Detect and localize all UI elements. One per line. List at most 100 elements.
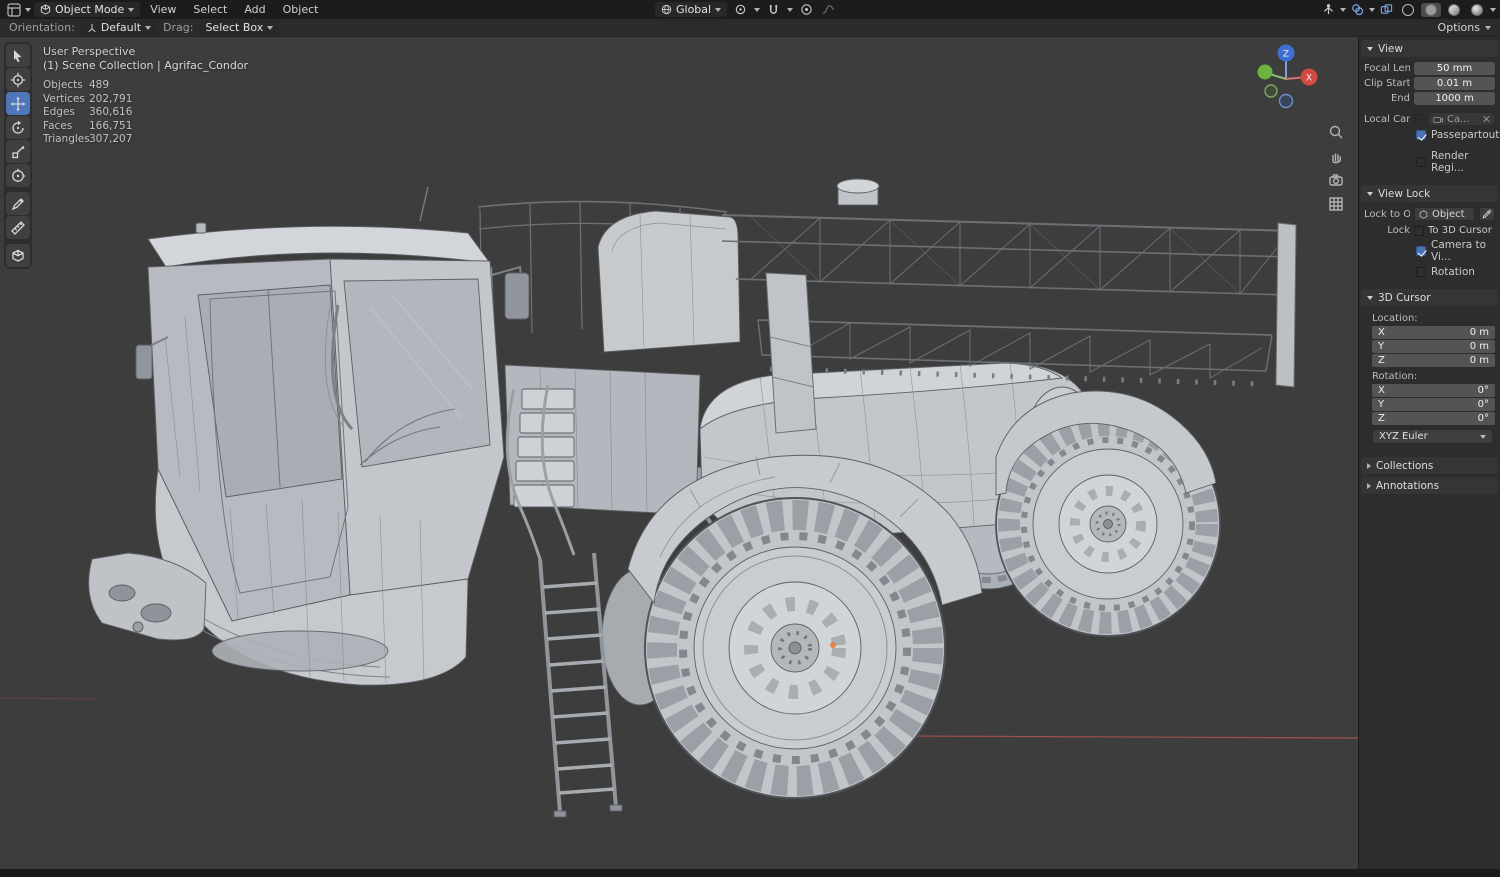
clear-camera-icon[interactable] <box>1482 115 1490 123</box>
panel-collections-expand-icon <box>1367 462 1371 469</box>
options-button[interactable]: Options <box>1438 21 1480 34</box>
tool-rotate[interactable] <box>6 116 30 139</box>
clip-end-field[interactable]: 1000 m <box>1414 92 1495 105</box>
tool-add-cube[interactable] <box>6 244 30 267</box>
tool-transform[interactable] <box>6 164 30 187</box>
cursor-location-z[interactable]: Z 0 m <box>1372 354 1495 367</box>
shading-solid-button[interactable] <box>1421 2 1441 17</box>
snap-magnet-button[interactable] <box>765 2 782 18</box>
clip-start-field[interactable]: 0.01 m <box>1414 77 1495 90</box>
eyedropper-button[interactable] <box>1479 207 1495 221</box>
cursor-rotation-z[interactable]: Z 0° <box>1372 412 1495 425</box>
overlays-chevron-icon[interactable] <box>1369 7 1375 12</box>
lock-label: Lock <box>1387 225 1410 236</box>
cursor-rotation-z-value: 0° <box>1477 413 1489 424</box>
stat-vertices-label: Vertices <box>43 92 85 105</box>
editor-chevron-icon[interactable] <box>25 7 31 12</box>
wheel-front-right[interactable] <box>644 497 946 799</box>
shading-wireframe-button[interactable] <box>1398 3 1418 17</box>
panel-view-header[interactable]: View <box>1361 40 1498 57</box>
options-chevron-icon[interactable] <box>1485 25 1491 30</box>
render-region-checkbox[interactable] <box>1416 157 1426 167</box>
menu-add[interactable]: Add <box>237 2 272 18</box>
local-camera-checkbox[interactable] <box>1414 114 1424 124</box>
viewport-canvas[interactable] <box>0 37 1358 869</box>
orthographic-grid-icon[interactable] <box>1327 195 1345 213</box>
viewport-3d[interactable]: User Perspective (1) Scene Collection | … <box>0 37 1358 869</box>
menu-view[interactable]: View <box>143 2 183 18</box>
pivot-chevron-icon[interactable] <box>754 7 761 12</box>
navigation-gizmo[interactable]: Z X <box>1248 41 1324 120</box>
cursor-location-x[interactable]: X 0 m <box>1372 326 1495 339</box>
menu-select[interactable]: Select <box>186 2 234 18</box>
model-sprayer[interactable] <box>88 178 1297 818</box>
cab[interactable] <box>88 186 530 686</box>
shading-material-button[interactable] <box>1444 3 1464 17</box>
xray-toggle-button[interactable] <box>1378 2 1395 18</box>
shading-chevron-icon[interactable] <box>1490 7 1496 12</box>
gizmo-z-neg-axis[interactable] <box>1278 93 1294 109</box>
clip-end-label: End <box>1390 93 1410 104</box>
orientation-setting-select[interactable]: Default <box>80 20 158 35</box>
rotation-mode-value: XYZ Euler <box>1379 431 1428 442</box>
gizmo-x-label: X <box>1306 74 1312 84</box>
x-axis-line-left <box>0 697 96 700</box>
cursor-location-y[interactable]: Y 0 m <box>1372 340 1495 353</box>
cursor-rotation-x[interactable]: X 0° <box>1372 384 1495 397</box>
tool-scale[interactable] <box>6 140 30 163</box>
drag-select[interactable]: Select Box <box>199 20 280 35</box>
gizmo-chevron-icon[interactable] <box>1340 7 1346 12</box>
panel-3d-cursor-header[interactable]: 3D Cursor <box>1361 289 1498 306</box>
object-data-icon <box>1419 209 1428 219</box>
proportional-editing-button[interactable] <box>798 2 815 18</box>
stat-faces-label: Faces <box>43 119 73 132</box>
tool-settings-bar: Orientation: Default Drag: Select Box Op… <box>0 19 1500 37</box>
panel-annotations-title: Annotations <box>1376 479 1440 492</box>
rotation-mode-select[interactable]: XYZ Euler <box>1372 429 1493 444</box>
zoom-icon[interactable] <box>1327 123 1345 141</box>
cursor-rotation-label: Rotation: <box>1372 371 1418 382</box>
passepartout-label: Passepartout <box>1431 129 1500 141</box>
tool-select-box[interactable] <box>6 44 30 67</box>
snap-chevron-icon[interactable] <box>787 7 794 12</box>
rot-axis-y-label: Y <box>1378 399 1385 410</box>
shading-rendered-button[interactable] <box>1467 3 1487 17</box>
mode-select[interactable]: Object Mode <box>34 2 141 17</box>
orientation-chevron-icon <box>715 7 722 12</box>
camera-to-view-checkbox[interactable] <box>1416 246 1426 256</box>
camera-view-icon[interactable] <box>1327 171 1345 189</box>
pivot-point-button[interactable] <box>732 2 749 18</box>
tool-measure[interactable] <box>6 216 30 239</box>
object-origin-dot <box>830 642 836 648</box>
front-hopper[interactable] <box>597 210 741 353</box>
tool-cursor[interactable] <box>6 68 30 91</box>
tool-annotate[interactable] <box>6 192 30 215</box>
panel-collections-header[interactable]: Collections <box>1361 457 1498 474</box>
material-sphere-icon <box>1448 3 1460 16</box>
gizmo-y-neg-axis[interactable] <box>1264 84 1278 98</box>
lock-rotation-checkbox[interactable] <box>1416 267 1426 277</box>
passepartout-checkbox[interactable] <box>1416 130 1426 140</box>
tool-move[interactable] <box>6 92 30 115</box>
panel-view-body: Focal Len... 50 mm Clip Start 0.01 m End… <box>1359 58 1500 182</box>
axis-x-label: X <box>1378 327 1385 338</box>
show-overlays-button[interactable] <box>1349 2 1366 18</box>
transform-orientation-select[interactable]: Global <box>655 2 728 17</box>
menu-object[interactable]: Object <box>276 2 326 18</box>
show-gizmo-button[interactable] <box>1320 2 1337 18</box>
mid-deck[interactable] <box>504 364 701 516</box>
rot-axis-x-label: X <box>1378 385 1385 396</box>
lock-to-object-field[interactable]: Object <box>1414 207 1475 221</box>
editor-type-button[interactable] <box>5 2 22 18</box>
panel-view-lock-header[interactable]: View Lock <box>1361 185 1498 202</box>
drag-label: Drag: <box>163 21 194 34</box>
focal-length-field[interactable]: 50 mm <box>1414 62 1495 75</box>
gizmo-y-axis[interactable] <box>1257 64 1273 80</box>
stat-objects-label: Objects <box>43 79 83 91</box>
local-camera-field[interactable]: Ca... <box>1428 112 1495 126</box>
panel-annotations-header[interactable]: Annotations <box>1361 477 1498 494</box>
proportional-falloff-button[interactable] <box>820 2 837 18</box>
cursor-rotation-y[interactable]: Y 0° <box>1372 398 1495 411</box>
pan-hand-icon[interactable] <box>1327 147 1345 165</box>
to-3d-cursor-checkbox[interactable] <box>1414 225 1424 236</box>
